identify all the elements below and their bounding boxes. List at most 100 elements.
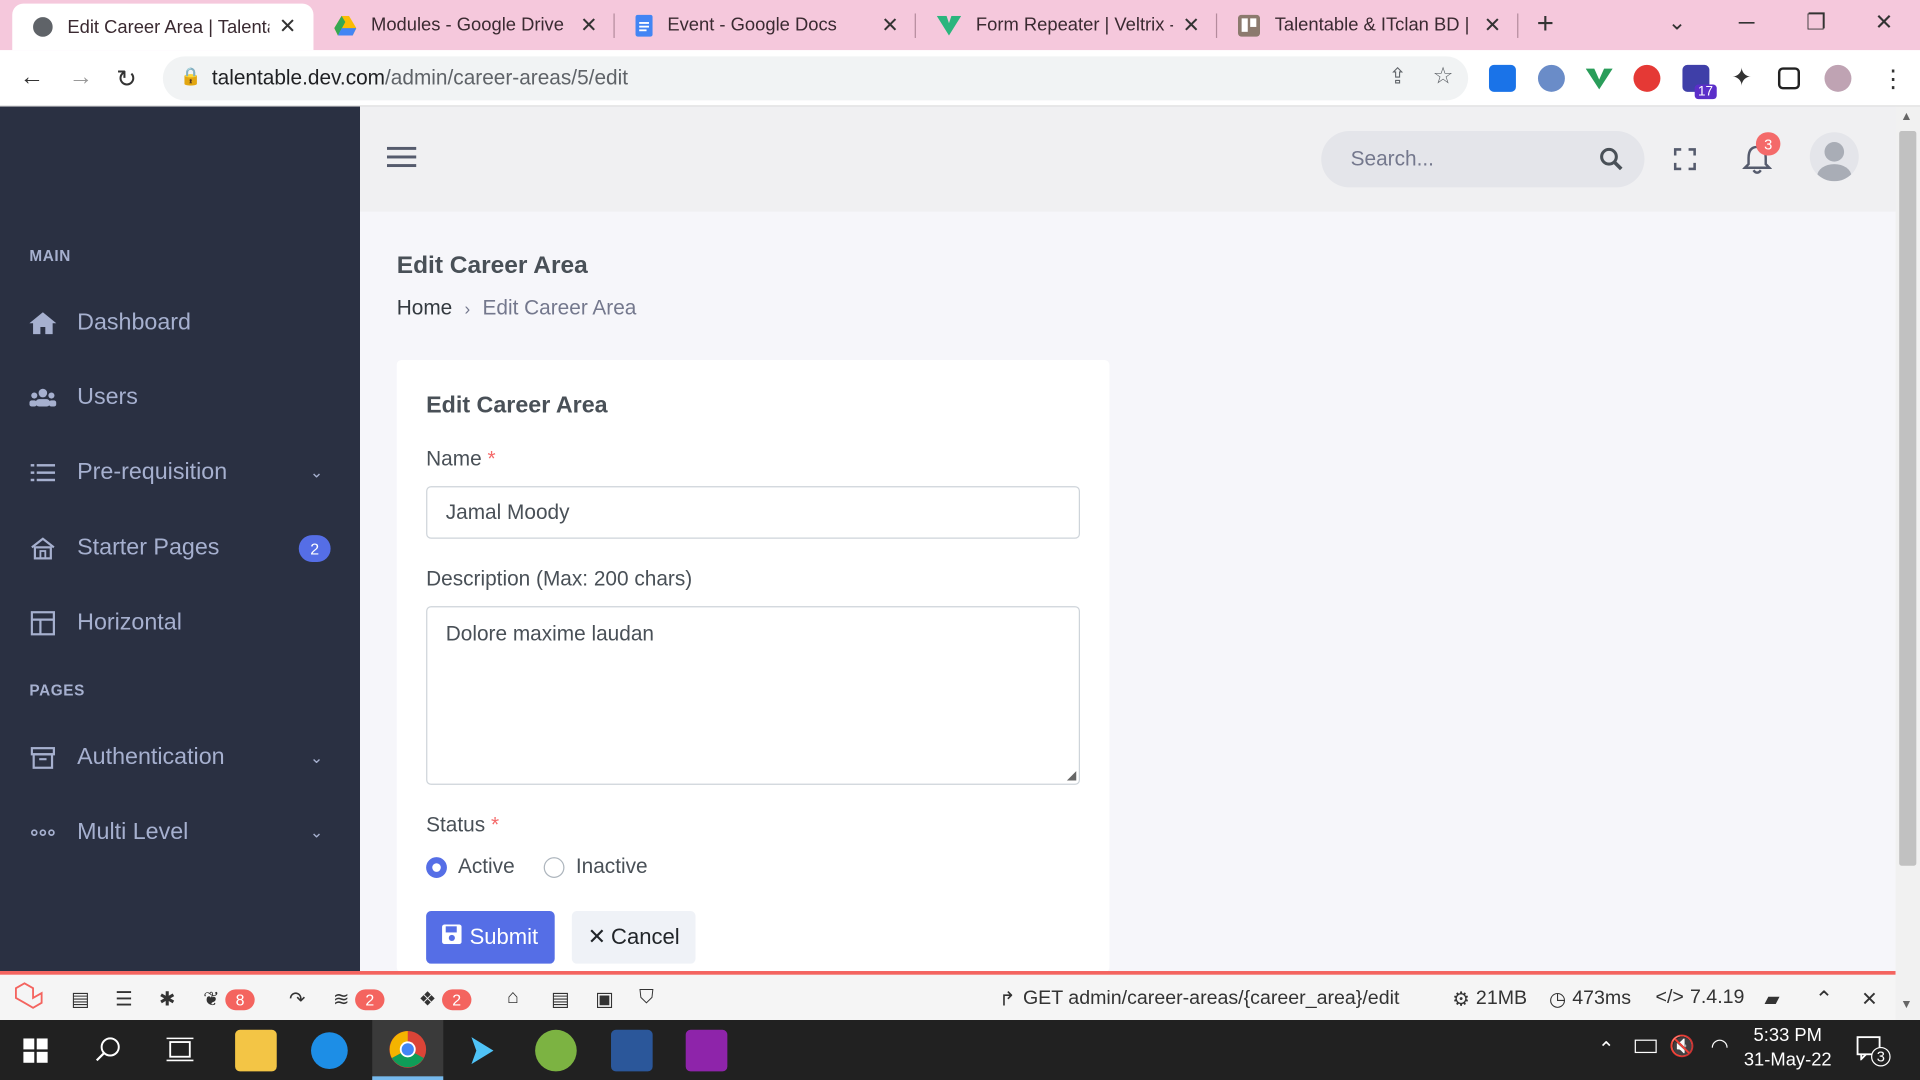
cancel-button[interactable]: ✕ Cancel (571, 911, 696, 964)
queries-database-icon[interactable]: ≋ 2 (333, 987, 385, 1011)
scroll-down-arrow-icon[interactable]: ▼ (1900, 998, 1912, 1011)
task-view-icon[interactable] (166, 1036, 194, 1069)
chrome-taskbar-button[interactable] (372, 1020, 444, 1080)
bookmark-star-icon[interactable]: ☆ (1433, 62, 1454, 90)
close-tab-icon[interactable]: ✕ (279, 15, 296, 39)
tags-icon[interactable]: ⛉ (639, 987, 654, 1009)
extension-adblock-icon[interactable] (1633, 64, 1661, 92)
mails-inbox-icon[interactable]: ⌂ (507, 987, 519, 1009)
battery-icon[interactable] (1634, 1039, 1657, 1054)
browser-menu-icon[interactable]: ⋮ (1881, 64, 1905, 95)
profile-avatar-icon[interactable] (1824, 64, 1852, 92)
close-tab-icon[interactable]: ✕ (1183, 13, 1200, 37)
windows-start-icon[interactable] (23, 1038, 48, 1069)
chevron-down-icon: ⌄ (309, 822, 324, 842)
extension-grad-icon[interactable]: 17 (1682, 64, 1717, 100)
chevron-right-icon: › (464, 298, 471, 319)
tab-trello[interactable]: Talentable & ITclan BD | Tr ✕ (1217, 0, 1519, 50)
fullscreen-icon[interactable] (1673, 148, 1697, 176)
route-arrow-icon[interactable]: ↷ (289, 987, 305, 1011)
breadcrumb-home-link[interactable]: Home (397, 296, 453, 320)
search-box[interactable]: Search... (1321, 131, 1645, 188)
maximize-chevron-icon[interactable]: ⌃ (1815, 987, 1833, 1013)
minimize-icon[interactable]: ─ (1739, 10, 1755, 36)
resize-handle-icon[interactable]: ◢ (1067, 769, 1076, 782)
notification-badge: 3 (1755, 132, 1781, 156)
tab-search-icon[interactable]: ⌄ (1668, 10, 1686, 36)
close-tab-icon[interactable]: ✕ (580, 13, 597, 37)
exceptions-bug-icon[interactable]: ✱ (159, 987, 175, 1011)
powershell-icon[interactable] (462, 1030, 504, 1072)
close-window-icon[interactable]: ✕ (1875, 10, 1893, 36)
tab-google-docs[interactable]: Event - Google Docs ✕ (615, 0, 916, 50)
radio-active[interactable] (426, 856, 447, 878)
clock-app-icon[interactable] (311, 1032, 348, 1069)
phpstorm-icon[interactable] (685, 1029, 728, 1072)
extension-fi-icon[interactable] (1488, 64, 1516, 92)
action-center-icon[interactable]: 3 (1856, 1036, 1891, 1067)
heidisql-icon[interactable] (535, 1029, 577, 1072)
name-label: Name * (426, 446, 496, 471)
time-info: ◷ 473ms (1548, 988, 1632, 1011)
extension-v-icon[interactable] (1585, 65, 1613, 92)
address-bar[interactable]: 🔒 talentable.dev.com/admin/career-areas/… (162, 56, 1469, 101)
radio-inactive[interactable] (544, 856, 565, 878)
views-leaf-icon[interactable]: ❦ 8 (203, 987, 255, 1011)
sidebar-item-users[interactable]: Users (29, 380, 330, 417)
taskbar-search-icon[interactable] (95, 1036, 123, 1069)
hamburger-menu-icon[interactable] (386, 146, 417, 174)
word-icon[interactable] (611, 1029, 653, 1072)
laravel-logo-icon[interactable] (12, 981, 46, 1015)
name-input[interactable]: Jamal Moody (426, 486, 1081, 539)
tab-google-drive[interactable]: Modules - Google Drive ✕ (313, 0, 615, 50)
sidebar-item-horizontal[interactable]: Horizontal (29, 605, 330, 642)
close-tab-icon[interactable]: ✕ (881, 13, 898, 37)
wifi-icon[interactable]: ◠ (1711, 1035, 1729, 1059)
tray-chevron-icon[interactable]: ⌃ (1598, 1037, 1614, 1061)
extensions-puzzle-icon[interactable]: ✦ (1731, 62, 1752, 93)
extension-circle-icon[interactable] (1537, 64, 1565, 92)
share-icon[interactable]: ⇪ (1388, 64, 1406, 90)
reload-icon[interactable]: ↻ (116, 64, 137, 95)
scroll-up-arrow-icon[interactable]: ▲ (1900, 110, 1912, 123)
radio-inactive-label[interactable]: Inactive (576, 855, 648, 879)
file-explorer-icon[interactable] (235, 1029, 277, 1072)
volume-muted-icon[interactable]: 🔇 (1669, 1035, 1695, 1059)
models-cubes-icon[interactable]: ❖ 2 (419, 987, 471, 1011)
description-label: Description (Max: 200 chars) (426, 566, 693, 591)
radio-active-label[interactable]: Active (458, 855, 515, 879)
taskbar-clock[interactable]: 5:33 PM 31-May-22 (1741, 1025, 1834, 1070)
scroll-thumb[interactable] (1899, 131, 1917, 866)
sidebar-item-authentication[interactable]: Authentication ⌄ (29, 740, 330, 777)
memory-info: ⚙ 21MB (1452, 988, 1528, 1011)
card-title: Edit Career Area (426, 393, 608, 419)
page-scrollbar[interactable]: ▲ ▼ (1895, 106, 1920, 1020)
bell-icon[interactable]: 3 (1741, 132, 1781, 181)
request-info[interactable]: ↱ GET admin/career-areas/{career_area}/ed… (999, 987, 1399, 1011)
sidebar-item-starter-pages[interactable]: Starter Pages 2 (29, 530, 331, 567)
description-textarea[interactable]: Dolore maxime laudan ◢ (426, 606, 1081, 785)
restore-icon[interactable]: ❐ (1806, 10, 1826, 36)
sidepanel-icon[interactable] (1777, 67, 1800, 90)
breadcrumb-current: Edit Career Area (482, 296, 637, 320)
messages-icon[interactable]: ▤ (71, 987, 90, 1011)
sidebar-item-dashboard[interactable]: Dashboard (29, 305, 330, 342)
forward-icon[interactable]: → (69, 64, 93, 92)
tab-edit-career-area[interactable]: Edit Career Area | Talentab ✕ (12, 3, 314, 51)
open-folder-icon[interactable]: ▰ (1764, 987, 1779, 1011)
session-icon[interactable]: ▤ (551, 987, 570, 1011)
search-icon[interactable] (1599, 147, 1623, 176)
tab-veltrix[interactable]: Form Repeater | Veltrix - A ✕ (916, 0, 1218, 50)
close-tab-icon[interactable]: ✕ (1484, 13, 1501, 37)
sidebar-item-pre-requisition[interactable]: Pre-requisition ⌄ (29, 454, 330, 491)
back-icon[interactable]: ← (20, 64, 44, 92)
timeline-icon[interactable]: ☰ (115, 987, 133, 1011)
avatar[interactable] (1809, 132, 1859, 182)
new-tab-icon[interactable]: + (1537, 7, 1554, 41)
close-debugbar-icon[interactable]: ✕ (1861, 987, 1877, 1011)
sidebar-item-multi-level[interactable]: Multi Level ⌄ (29, 814, 330, 851)
search-input[interactable]: Search... (1351, 147, 1434, 171)
cogs-icon: ⚙ (1452, 989, 1470, 1011)
submit-button[interactable]: Submit (426, 911, 555, 964)
request-archive-icon[interactable]: ▣ (595, 987, 614, 1011)
